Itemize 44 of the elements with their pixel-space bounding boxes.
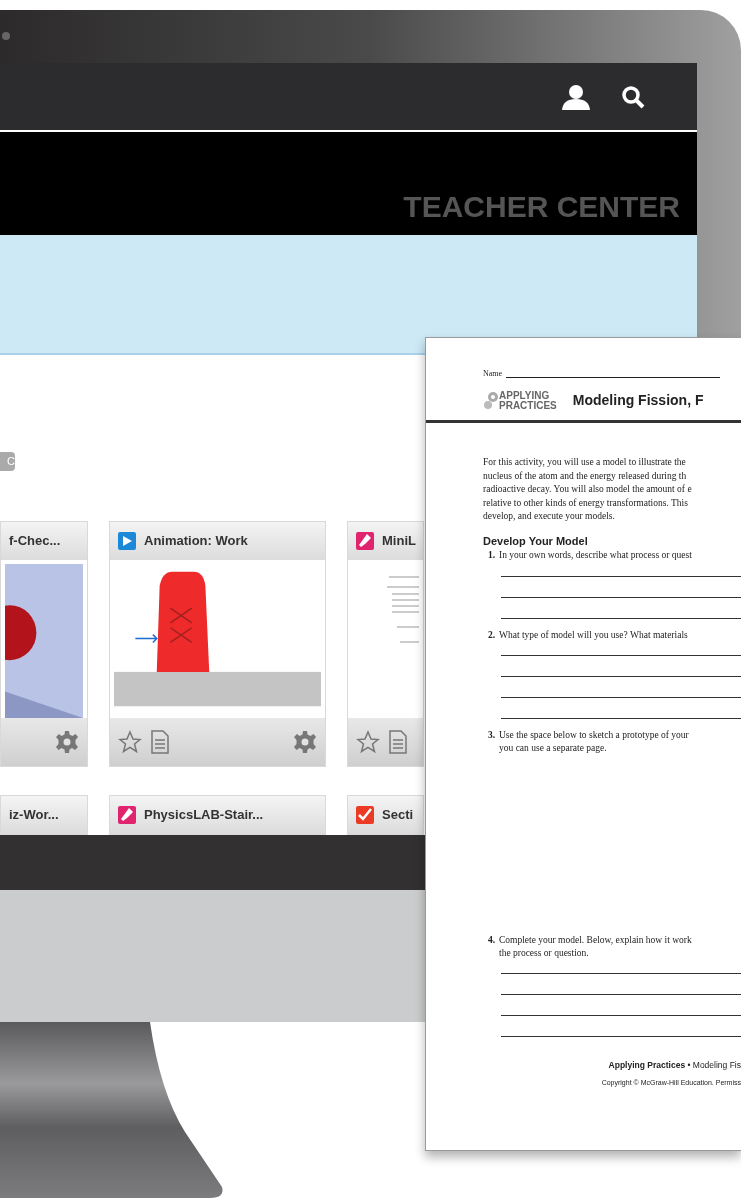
name-label: Name xyxy=(483,368,503,380)
document-icon[interactable] xyxy=(150,730,170,754)
question-text: What type of model will you use? What materials xyxy=(499,628,688,641)
card-title: MiniL xyxy=(382,532,416,551)
applying-practices-logo: APPLYING PRACTICES xyxy=(499,391,557,411)
card-title: iz-Wor... xyxy=(9,806,59,825)
check-icon xyxy=(356,806,374,824)
question-text: Complete your model. Below, explain how it work the process or question. xyxy=(499,934,692,959)
play-icon xyxy=(118,532,136,550)
question-number: 4. xyxy=(486,934,495,947)
document-thumbnail xyxy=(387,576,419,644)
document-icon[interactable] xyxy=(388,730,408,754)
star-icon[interactable] xyxy=(118,730,142,754)
gear-icon[interactable] xyxy=(55,730,79,754)
flask-icon xyxy=(118,806,136,824)
resource-card[interactable]: f-Chec... xyxy=(0,521,88,767)
card-title: Animation: Work xyxy=(144,532,248,551)
question-text: Use the space below to sketch a prototype of your you can use a separate page. xyxy=(499,729,689,754)
question-number: 2. xyxy=(486,628,495,641)
fill-in-line[interactable] xyxy=(501,617,741,619)
card-title: f-Chec... xyxy=(9,532,61,551)
resource-card[interactable]: PhysicsLAB-Stair... xyxy=(109,795,326,835)
gear-icon[interactable] xyxy=(293,730,317,754)
page-title: TEACHER CENTER xyxy=(403,189,680,225)
intro-paragraph: For this activity, you will use a model to illustrate the nucleus of the atom and the energy released during th radioactive decay. You will also model the amount of e relative to other kinds of energy transformations. This develop, and execute your models. xyxy=(483,456,693,523)
flask-icon xyxy=(356,532,374,550)
card-title: PhysicsLAB-Stair... xyxy=(144,806,264,825)
user-icon[interactable] xyxy=(561,83,591,110)
resource-card[interactable]: Animation: Work xyxy=(109,521,326,767)
gears-icon xyxy=(483,391,499,411)
question-number: 1. xyxy=(486,549,495,562)
footer-text: Applying Practices • Modeling Fis xyxy=(608,1060,741,1070)
section-heading: Develop Your Model xyxy=(483,533,589,549)
resource-card[interactable]: iz-Wor... xyxy=(0,795,88,835)
fill-in-line[interactable] xyxy=(501,596,741,598)
star-icon[interactable] xyxy=(356,730,380,754)
resource-card[interactable]: MiniL xyxy=(347,521,424,767)
question-number: 3. xyxy=(486,729,495,742)
search-icon[interactable] xyxy=(621,84,645,109)
question-text: In your own words, describe what process or quest xyxy=(499,549,692,562)
resource-card[interactable]: Secti xyxy=(347,795,424,835)
worksheet-title: Modeling Fission, F xyxy=(572,391,704,410)
fill-in-line[interactable] xyxy=(501,575,741,577)
card-title: Secti xyxy=(382,806,414,825)
